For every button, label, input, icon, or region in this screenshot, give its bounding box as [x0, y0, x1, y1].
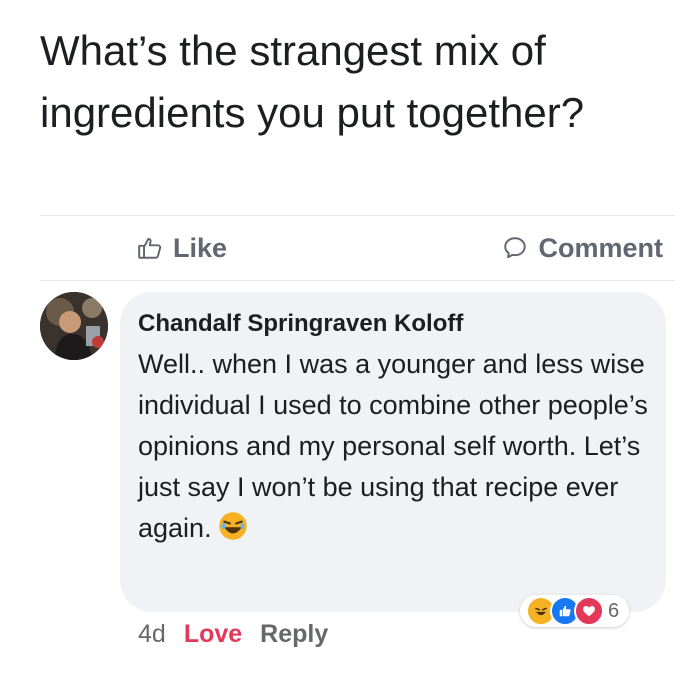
- divider: [40, 280, 675, 281]
- post-text: What’s the strangest mix of ingredients …: [40, 27, 585, 136]
- speech-bubble-icon: [502, 235, 528, 261]
- reaction-count: 6: [608, 599, 620, 622]
- comment-timestamp[interactable]: 4d: [138, 620, 166, 649]
- avatar[interactable]: [40, 292, 108, 360]
- love-reaction-button[interactable]: Love: [184, 620, 242, 649]
- comment-bubble: Chandalf Springraven Koloff Well.. when …: [120, 292, 666, 612]
- comment-button[interactable]: Comment: [502, 233, 663, 264]
- comment-author[interactable]: Chandalf Springraven Koloff: [138, 310, 463, 338]
- comment-text: Well.. when I was a younger and less wis…: [138, 344, 658, 553]
- reply-button[interactable]: Reply: [260, 620, 328, 649]
- comment-body: Well.. when I was a younger and less wis…: [138, 349, 648, 543]
- comment-label: Comment: [538, 232, 663, 263]
- post-action-bar: Like Comment: [40, 216, 675, 280]
- like-button[interactable]: Like: [137, 233, 227, 264]
- reaction-summary[interactable]: 6: [520, 595, 630, 627]
- laughing-emoji-icon: [218, 511, 248, 553]
- like-label: Like: [173, 232, 228, 263]
- comment-actions: 4d Love Reply: [138, 620, 328, 649]
- love-icon: [574, 596, 604, 626]
- thumbs-up-icon: [137, 235, 163, 261]
